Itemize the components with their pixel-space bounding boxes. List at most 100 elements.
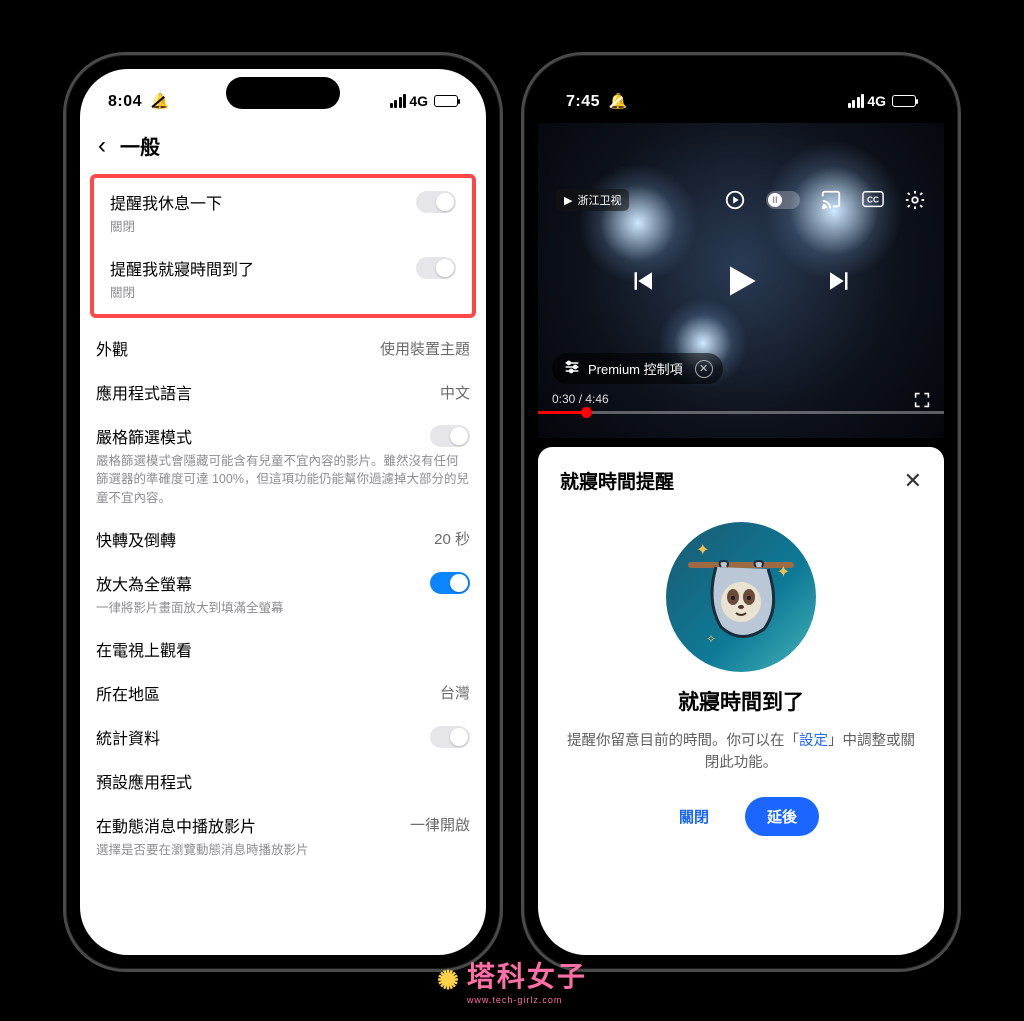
setting-seek[interactable]: 快轉及倒轉 20 秒 bbox=[80, 517, 486, 561]
toggle-zoom-fullscreen[interactable] bbox=[430, 572, 470, 594]
setting-label: 快轉及倒轉 bbox=[96, 527, 176, 551]
setting-sub: 一律將影片畫面放大到填滿全螢幕 bbox=[96, 599, 470, 617]
setting-app-language[interactable]: 應用程式語言 中文 bbox=[80, 370, 486, 414]
snooze-button[interactable]: 延後 bbox=[745, 797, 819, 836]
sheet-buttons: 關閉 延後 bbox=[560, 797, 922, 836]
setting-watch-on-tv[interactable]: 在電視上觀看 bbox=[80, 627, 486, 671]
cellular-icon bbox=[390, 94, 407, 108]
highlight-box: 提醒我休息一下 關閉 提醒我就寢時間到了 關閉 bbox=[90, 174, 476, 318]
sheet-body: 提醒你留意目前的時間。你可以在「設定」中調整或關閉此功能。 bbox=[560, 730, 922, 775]
play-button[interactable] bbox=[719, 259, 763, 303]
setting-zoom-fullscreen[interactable]: 放大為全螢幕 一律將影片畫面放大到填滿全螢幕 bbox=[80, 561, 486, 627]
status-right: 4G bbox=[848, 93, 916, 109]
settings-link[interactable]: 設定 bbox=[799, 733, 828, 749]
setting-value: 20 秒 bbox=[434, 528, 470, 549]
silent-icon: 🔔 bbox=[608, 93, 627, 110]
player-top-controls: ▶ 浙江卫视 II CC bbox=[538, 189, 944, 211]
loop-icon[interactable] bbox=[724, 189, 746, 211]
next-button[interactable] bbox=[825, 266, 855, 296]
header-title: 一般 bbox=[120, 131, 160, 160]
setting-label: 應用程式語言 bbox=[96, 380, 192, 404]
setting-remind-bedtime[interactable]: 提醒我就寢時間到了 關閉 bbox=[94, 246, 472, 312]
autoplay-toggle[interactable]: II bbox=[766, 191, 800, 209]
status-right: 4G bbox=[390, 93, 458, 109]
dynamic-island bbox=[684, 77, 798, 109]
setting-sub: 嚴格篩選模式會隱藏可能含有兒童不宜內容的影片。雖然沒有任何篩選器的準確度可達 1… bbox=[96, 452, 470, 506]
toggle-stats[interactable] bbox=[430, 726, 470, 748]
setting-label: 在電視上觀看 bbox=[96, 637, 192, 661]
bedtime-sheet: 就寢時間提醒 ✕ ✦ ✦ ✧ bbox=[538, 447, 944, 955]
sheet-title: 就寢時間到了 bbox=[560, 686, 922, 716]
svg-text:CC: CC bbox=[867, 196, 879, 205]
setting-default-app[interactable]: 預設應用程式 bbox=[80, 759, 486, 803]
sliders-icon bbox=[564, 360, 580, 377]
cc-icon[interactable]: CC bbox=[862, 189, 884, 211]
fullscreen-icon[interactable] bbox=[914, 392, 930, 408]
phone-right: 7:45 🔔 4G ▶ 浙江卫视 bbox=[521, 52, 961, 972]
setting-label: 所在地區 bbox=[96, 681, 160, 705]
back-button[interactable]: ‹ bbox=[94, 132, 110, 160]
sheet-header: 就寢時間提醒 bbox=[560, 467, 674, 494]
progress-bar[interactable] bbox=[538, 411, 944, 414]
setting-label: 嚴格篩選模式 bbox=[96, 424, 192, 448]
toggle-remind-bedtime[interactable] bbox=[416, 257, 456, 279]
screen-left: 8:04 🔔 4G ‹ 一般 提醒我休息一下 bbox=[80, 69, 486, 955]
setting-value: 使用裝置主題 bbox=[380, 338, 470, 359]
setting-autoplay-feed[interactable]: 在動態消息中播放影片 一律開啟 選擇是否要在瀏覽動態消息時播放影片 bbox=[80, 803, 486, 869]
network-label: 4G bbox=[409, 93, 428, 109]
cellular-icon bbox=[848, 94, 865, 108]
star-icon: ✦ bbox=[696, 540, 709, 560]
silent-icon: 🔔 bbox=[150, 93, 169, 110]
network-label: 4G bbox=[867, 93, 886, 109]
setting-region[interactable]: 所在地區 台灣 bbox=[80, 671, 486, 715]
setting-sub: 選擇是否要在瀏覽動態消息時播放影片 bbox=[96, 841, 470, 859]
premium-chip[interactable]: Premium 控制項 ✕ bbox=[552, 353, 723, 384]
dynamic-island bbox=[226, 77, 340, 109]
setting-label: 在動態消息中播放影片 bbox=[96, 813, 256, 837]
setting-value: 台灣 bbox=[440, 682, 470, 703]
time-elapsed: 0:30 / 4:46 bbox=[552, 392, 609, 408]
setting-stats[interactable]: 統計資料 bbox=[80, 715, 486, 759]
setting-sub: 關閉 bbox=[110, 284, 456, 302]
star-icon: ✦ bbox=[777, 562, 790, 582]
watermark-text: 塔科女子 bbox=[467, 961, 587, 992]
setting-label: 統計資料 bbox=[96, 725, 160, 749]
setting-label: 提醒我就寢時間到了 bbox=[110, 256, 254, 280]
battery-icon bbox=[892, 95, 916, 107]
gear-icon[interactable] bbox=[904, 189, 926, 211]
broadcast-icon: ▶ bbox=[564, 194, 572, 207]
previous-button[interactable] bbox=[627, 266, 657, 296]
logo-gear-icon: ✺ bbox=[437, 965, 461, 996]
setting-label: 外觀 bbox=[96, 336, 128, 360]
setting-sub: 關閉 bbox=[110, 218, 456, 236]
channel-tag: ▶ 浙江卫视 bbox=[556, 189, 629, 211]
battery-icon bbox=[434, 95, 458, 107]
premium-label: Premium 控制項 bbox=[588, 359, 683, 378]
setting-restricted-mode[interactable]: 嚴格篩選模式 嚴格篩選模式會隱藏可能含有兒童不宜內容的影片。雖然沒有任何篩選器的… bbox=[80, 414, 486, 516]
setting-value: 一律開啟 bbox=[410, 814, 470, 835]
dismiss-button[interactable]: 關閉 bbox=[663, 797, 725, 836]
toggle-remind-break[interactable] bbox=[416, 191, 456, 213]
close-chip-button[interactable]: ✕ bbox=[695, 360, 713, 378]
setting-label: 提醒我休息一下 bbox=[110, 190, 222, 214]
time-bar: 0:30 / 4:46 bbox=[552, 392, 930, 408]
watermark: ✺ 塔科女子 www.tech-girlz.com bbox=[437, 955, 587, 1005]
setting-remind-break[interactable]: 提醒我休息一下 關閉 bbox=[94, 180, 472, 246]
status-time: 7:45 🔔 bbox=[566, 92, 627, 111]
phone-left: 8:04 🔔 4G ‹ 一般 提醒我休息一下 bbox=[63, 52, 503, 972]
watermark-url: www.tech-girlz.com bbox=[467, 995, 587, 1005]
setting-label: 放大為全螢幕 bbox=[96, 571, 192, 595]
playback-controls bbox=[627, 259, 855, 303]
sheet-illustration: ✦ ✦ ✧ bbox=[560, 522, 922, 672]
status-time: 8:04 🔔 bbox=[108, 92, 169, 111]
setting-label: 預設應用程式 bbox=[96, 769, 192, 793]
video-player[interactable]: ▶ 浙江卫视 II CC bbox=[538, 123, 944, 438]
header: ‹ 一般 bbox=[80, 123, 486, 172]
close-button[interactable]: ✕ bbox=[904, 468, 922, 494]
cast-icon[interactable] bbox=[820, 189, 842, 211]
setting-value: 中文 bbox=[440, 382, 470, 403]
toggle-restricted[interactable] bbox=[430, 425, 470, 447]
star-icon: ✧ bbox=[706, 632, 716, 646]
setting-appearance[interactable]: 外觀 使用裝置主題 bbox=[80, 324, 486, 370]
screen-right: 7:45 🔔 4G ▶ 浙江卫视 bbox=[538, 69, 944, 955]
